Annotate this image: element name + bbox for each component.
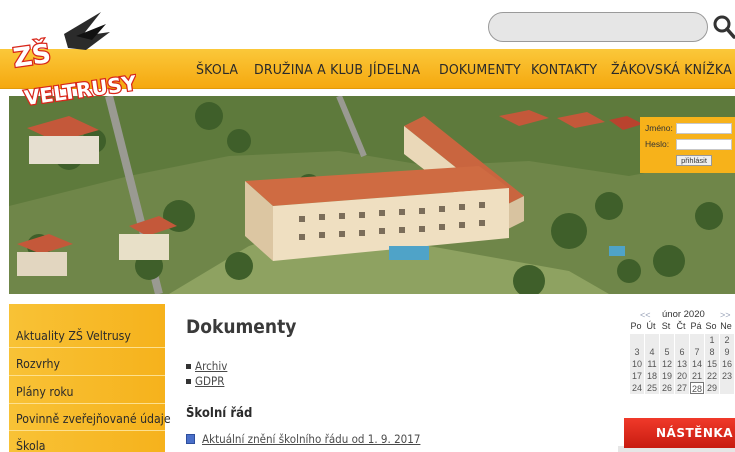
calendar-day[interactable]: 14 (690, 358, 704, 370)
search-icon[interactable] (713, 14, 735, 40)
calendar-day[interactable]: 20 (675, 370, 689, 382)
calendar-title: únor 2020 (662, 309, 705, 320)
calendar-day[interactable]: 11 (645, 358, 659, 370)
search-input[interactable] (488, 12, 708, 42)
calendar-empty-cell (630, 334, 644, 346)
calendar-next-button[interactable]: >> (720, 310, 731, 320)
calendar-day[interactable]: 1 (705, 334, 719, 346)
sidebar-divider (9, 430, 165, 431)
calendar-day[interactable]: 18 (645, 370, 659, 382)
nav-item-kontakty[interactable]: KONTAKTY (531, 62, 597, 78)
calendar-empty-cell (645, 334, 659, 346)
nav-item-zakovska[interactable]: ŽÁKOVSKÁ KNÍŽKA (611, 62, 732, 78)
sidebar-divider (9, 375, 165, 376)
calendar-day[interactable]: 25 (645, 382, 659, 394)
calendar-weekday: St (661, 321, 671, 331)
hero-photo (9, 96, 735, 294)
calendar-day[interactable]: 2 (720, 334, 734, 346)
calendar-day[interactable]: 23 (720, 370, 734, 382)
sidebar-item-rozvrhy[interactable]: Rozvrhy (16, 356, 60, 371)
calendar-day[interactable]: 9 (720, 346, 734, 358)
nav-item-skola[interactable]: ŠKOLA (196, 62, 238, 78)
calendar-empty-cell (690, 334, 704, 346)
calendar-empty-cell (720, 382, 734, 394)
login-name-label: Jméno: (645, 123, 673, 133)
calendar-day[interactable]: 24 (630, 382, 644, 394)
list-bullet (186, 364, 191, 369)
calendar-weekday: Ne (720, 321, 732, 331)
calendar-weekday: Čt (676, 321, 686, 331)
calendar-day[interactable]: 7 (690, 346, 704, 358)
calendar-day[interactable]: 8 (705, 346, 719, 358)
link-archiv[interactable]: Archiv (195, 359, 227, 373)
link-skolni-rad[interactable]: Aktuální znění školního řádu od 1. 9. 20… (202, 432, 420, 446)
calendar-empty-cell (660, 334, 674, 346)
sidebar-item-plany[interactable]: Plány roku (16, 384, 73, 399)
logo-text-zs: ZŠ (11, 37, 53, 74)
logo-text-veltrusy: VELTRUSY (23, 71, 136, 106)
login-name-field[interactable] (676, 123, 732, 134)
calendar-weekday: Po (630, 321, 642, 331)
document-icon (186, 434, 195, 444)
calendar-weekday: Út (646, 321, 656, 331)
calendar-day[interactable]: 3 (630, 346, 644, 358)
calendar-day[interactable]: 22 (705, 370, 719, 382)
sidebar-divider (9, 347, 165, 348)
sidebar-divider (9, 403, 165, 404)
board-button[interactable]: NÁSTĚNKA (624, 418, 735, 448)
calendar-day[interactable]: 29 (705, 382, 719, 394)
login-password-field[interactable] (676, 139, 732, 150)
calendar-day[interactable]: 28 (690, 382, 704, 394)
calendar-weekday: So (705, 321, 717, 331)
calendar-day[interactable]: 10 (630, 358, 644, 370)
login-button[interactable]: přihlásit (676, 155, 712, 166)
section-title-skolni-rad: Školní řád (186, 406, 253, 421)
nav-item-druzina[interactable]: DRUŽINA A KLUB (254, 62, 363, 78)
calendar-weekday: Pá (690, 321, 702, 331)
sidebar-item-skola[interactable]: Škola (16, 438, 45, 452)
list-bullet (186, 379, 191, 384)
school-logo[interactable]: ZŠ VELTRUSY (6, 6, 140, 111)
calendar-prev-button[interactable]: << (640, 310, 651, 320)
login-password-label: Heslo: (645, 139, 670, 149)
calendar-day[interactable]: 6 (675, 346, 689, 358)
calendar-day[interactable]: 27 (675, 382, 689, 394)
calendar-day[interactable]: 12 (660, 358, 674, 370)
link-gdpr[interactable]: GDPR (195, 374, 224, 388)
nav-item-dokumenty[interactable]: DOKUMENTY (439, 62, 521, 78)
nav-item-jidelna[interactable]: JÍDELNA (369, 62, 420, 78)
calendar-day[interactable]: 21 (690, 370, 704, 382)
page-title: Dokumenty (186, 316, 297, 338)
calendar-day[interactable]: 16 (720, 358, 734, 370)
calendar-empty-cell (675, 334, 689, 346)
calendar-day[interactable]: 4 (645, 346, 659, 358)
calendar-day[interactable]: 17 (630, 370, 644, 382)
calendar-day[interactable]: 26 (660, 382, 674, 394)
calendar-day[interactable]: 5 (660, 346, 674, 358)
calendar-day[interactable]: 19 (660, 370, 674, 382)
sidebar-item-povinne[interactable]: Povinně zveřejňované údaje (16, 411, 171, 426)
calendar-day[interactable]: 13 (675, 358, 689, 370)
calendar-day[interactable]: 15 (705, 358, 719, 370)
sidebar-item-aktuality[interactable]: Aktuality ZŠ Veltrusy (16, 328, 131, 343)
